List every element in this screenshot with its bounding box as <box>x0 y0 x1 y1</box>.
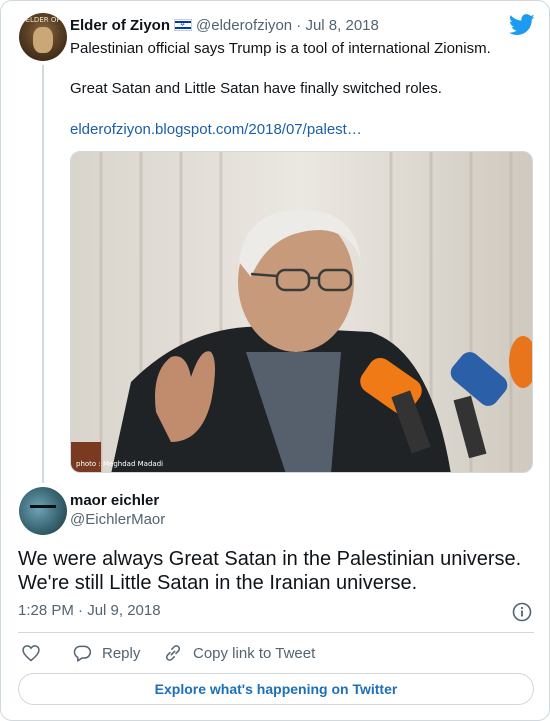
reply-author-handle[interactable]: @EichlerMaor <box>70 511 165 529</box>
link-icon <box>165 645 181 661</box>
reply-icon <box>73 645 92 662</box>
heart-icon <box>22 645 40 662</box>
reply-author-name[interactable]: maor eichler <box>70 492 159 510</box>
divider <box>18 632 534 633</box>
tweet-embed-card: ELDER OF Elder of Ziyon ✡ @elderofziyon · … <box>0 0 550 721</box>
reply-body-line2: We're still Little Satan in the Iranian … <box>18 572 418 594</box>
separator-dot: · <box>296 17 302 34</box>
photo-illustration <box>71 152 532 472</box>
like-button[interactable] <box>21 642 51 664</box>
article-link[interactable]: elderofziyon.blogspot.com/2018/07/palest… <box>70 121 362 139</box>
reply-tweet-body: We were always Great Satan in the Palest… <box>18 547 521 595</box>
reply-body-line1: We were always Great Satan in the Palest… <box>18 548 522 570</box>
tweet-date[interactable]: Jul 8, 2018 <box>305 17 378 34</box>
avatar-text: ELDER OF <box>25 16 61 24</box>
reply-button[interactable]: Reply <box>72 642 140 664</box>
parent-tweet-text-line1: Palestinian official says Trump is a too… <box>70 40 491 57</box>
israel-flag-icon: ✡ <box>174 19 193 31</box>
explore-button[interactable]: Explore what's happening on Twitter <box>18 673 534 705</box>
photo-credit: photo : Meghdad Madadi <box>76 460 164 468</box>
parent-tweet-text-line2: Great Satan and Little Satan have finall… <box>70 80 442 97</box>
reply-label: Reply <box>102 644 141 662</box>
thread-connector <box>42 65 44 483</box>
avatar-face <box>33 27 53 53</box>
avatar-glasses <box>30 505 56 513</box>
reply-timestamp[interactable]: 1:28 PM · Jul 9, 2018 <box>18 602 161 620</box>
author-name[interactable]: Elder of Ziyon <box>70 17 170 34</box>
copy-link-button[interactable]: Copy link to Tweet <box>163 642 315 664</box>
tweet-photo[interactable]: photo : Meghdad Madadi <box>70 151 533 473</box>
author-handle[interactable]: @elderofziyon <box>196 17 292 34</box>
avatar-elder-of-ziyon[interactable]: ELDER OF <box>19 13 67 61</box>
twitter-bird-icon[interactable] <box>509 14 535 36</box>
avatar-maor-eichler[interactable] <box>19 487 67 535</box>
info-icon[interactable] <box>512 602 532 622</box>
parent-tweet-header: Elder of Ziyon ✡ @elderofziyon · Jul 8, 20… <box>70 17 379 35</box>
copy-link-label: Copy link to Tweet <box>193 644 316 662</box>
